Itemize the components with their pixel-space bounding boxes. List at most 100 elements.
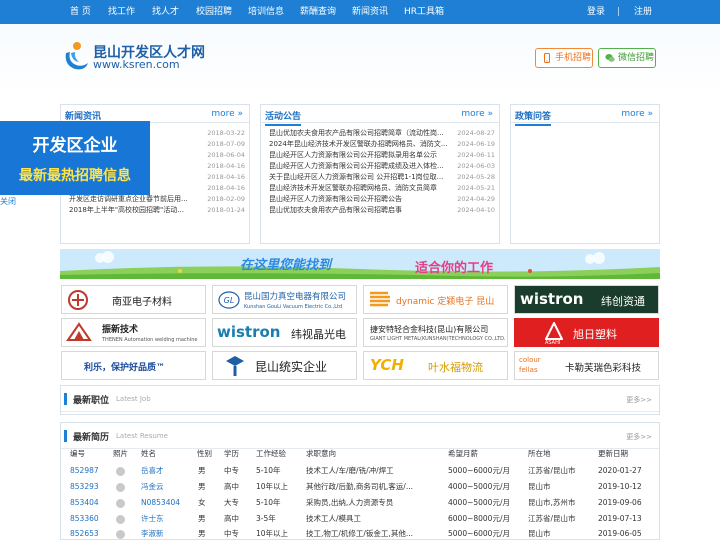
latest-jobs-subtitle: Latest Job [116, 395, 151, 403]
avatar [116, 530, 125, 539]
nav-news[interactable]: 新闻资讯 [352, 0, 388, 24]
company-logo-dynamic[interactable]: dynamic 定颖电子 昆山 [363, 285, 508, 314]
latest-resumes-more-link[interactable]: 更多>> [626, 432, 652, 442]
policy-more-link[interactable]: more » [621, 109, 653, 119]
resume-name[interactable]: 冯金云 [141, 481, 164, 493]
company-logo-colourfellas[interactable]: colour fellas 卡勒芙瑞色彩科技 [514, 351, 659, 380]
list-item[interactable]: 昆山优加农夫食用农产品有限公司招聘简章（流动性岗... 2024-08-27 [269, 128, 495, 139]
company-name: 叶水福物流 [428, 361, 483, 374]
avatar [116, 499, 125, 508]
company-logo-nanya[interactable]: 南亚电子材料 [61, 285, 206, 314]
wechat-recruit-button[interactable]: 微信招聘 [598, 48, 656, 68]
resume-experience: 10年以上 [256, 529, 289, 538]
policy-title[interactable]: 政策问答 [515, 109, 552, 126]
resume-updated: 2020-01-27 [598, 466, 642, 475]
policy-panel: 政策问答 more » [510, 104, 660, 244]
company-logo-tetra[interactable]: 利乐，保护好品质™ [61, 351, 206, 380]
nav-find-job[interactable]: 找工作 [108, 0, 135, 24]
resume-name[interactable]: 岳喜才 [141, 465, 164, 477]
mobile-recruit-button[interactable]: 手机招聘 [535, 48, 593, 68]
company-logo-ych[interactable]: YCH 叶水福物流 [363, 351, 508, 380]
company-logo-wistron[interactable]: wistron 纬创资通 [514, 285, 659, 314]
resume-id[interactable]: 853404 [70, 497, 99, 509]
nav-campus[interactable]: 校园招聘 [196, 0, 232, 24]
latest-resumes-header: 最新简历 Latest Resume 更多>> [61, 423, 659, 449]
list-item[interactable]: 昆山经开区人力资源有限公司公开招聘拟录用名单公示 2024-06-11 [269, 150, 495, 161]
company-name: 捷安特轻合金科技(昆山)有限公司 [370, 325, 489, 334]
resume-gender: 男 [198, 514, 206, 523]
wechat-icon [605, 54, 615, 62]
list-item[interactable]: 关于昆山经开区人力资源有限公司 公开招聘1-1岗位取... 2024-05-28 [269, 172, 495, 183]
nav-separator: | [617, 7, 621, 17]
nav-salary[interactable]: 薪酬查询 [300, 0, 336, 24]
resume-name[interactable]: 许士东 [141, 513, 164, 525]
register-link[interactable]: 注册 [634, 0, 652, 24]
nanya-logo-icon [68, 290, 88, 310]
company-name: 旭日塑料 [573, 328, 617, 341]
resume-education: 中专 [224, 529, 239, 538]
resume-intent: 采购员,出纳,人力资源专员 [306, 498, 394, 507]
svg-text:GL: GL [224, 296, 235, 305]
activity-list: 昆山优加农夫食用农产品有限公司招聘简章（流动性岗... 2024-08-27 20… [261, 123, 499, 216]
resume-name[interactable]: 李淑新 [141, 528, 164, 540]
thenen-logo-icon [66, 322, 92, 341]
resume-id[interactable]: 853360 [70, 513, 99, 525]
activity-item-title: 2024年昆山经济技术开发区警联办招聘网格员、消防文... [269, 140, 448, 148]
list-item[interactable]: 昆山优加农夫食用农产品有限公司招聘启事 2024-04-10 [269, 205, 495, 216]
list-item[interactable]: 昆山经开区人力资源有限公司公开招聘成绩及进入体检... 2024-06-03 [269, 161, 495, 172]
resume-id[interactable]: 852653 [70, 528, 99, 540]
resume-id[interactable]: 852987 [70, 465, 99, 477]
company-name: 昆山统实企业 [255, 360, 328, 374]
close-ad-link[interactable]: 关闭 [0, 196, 16, 207]
resume-updated: 2019-09-06 [598, 498, 642, 507]
resume-salary: 4000~5000元/月 [448, 498, 510, 507]
resume-intent: 技工,物工/机修工/钣金工,其他... [306, 529, 413, 538]
col-header-location: 所在地 [528, 449, 551, 458]
nav-training[interactable]: 培训信息 [248, 0, 284, 24]
site-logo-icon[interactable] [63, 41, 89, 71]
company-logo-text: colour fellas [519, 356, 541, 374]
nav-find-talent[interactable]: 找人才 [152, 0, 179, 24]
company-logo-asahi[interactable]: ASAHI 旭日塑料 [514, 318, 659, 347]
company-name-en: ASAHI [545, 340, 561, 346]
col-header-experience: 工作经验 [256, 449, 286, 458]
resume-education: 高中 [224, 514, 239, 523]
company-logo-tongshi[interactable]: 昆山统实企业 [212, 351, 357, 380]
phone-icon [544, 53, 550, 63]
col-header-photo: 照片 [113, 449, 128, 458]
list-item[interactable]: 开发区走访调研重点企业春节前后用... 2018-02-09 [69, 194, 245, 205]
activity-item-title: 昆山优加农夫食用农产品有限公司招聘启事 [269, 206, 402, 214]
list-item[interactable]: 昆山经开区人力资源有限公司公开招聘公告 2024-04-29 [269, 194, 495, 205]
col-header-salary: 希望月薪 [448, 449, 478, 458]
section-accent [64, 393, 67, 405]
list-item[interactable]: 2024年昆山经济技术开发区警联办招聘网格员、消防文... 2024-06-19 [269, 139, 495, 150]
news-item-date: 2018-02-09 [207, 195, 245, 203]
company-logo-text: wistron [217, 323, 281, 341]
floating-ad[interactable]: 开发区企业 最新最热招聘信息 [0, 121, 150, 195]
company-name: 卡勒芙瑞色彩科技 [565, 363, 642, 374]
news-more-link[interactable]: more » [211, 109, 243, 119]
latest-jobs-more-link[interactable]: 更多>> [626, 395, 652, 405]
company-logo-thenen[interactable]: 振新技术 THENEN Automation welding machine [61, 318, 206, 347]
resume-name[interactable]: N0853404 [141, 497, 180, 509]
login-link[interactable]: 登录 [587, 0, 605, 24]
col-header-updated: 更新日期 [598, 449, 628, 458]
company-logo-giant[interactable]: 捷安特轻合金科技(昆山)有限公司 GIANT LIGHT METAL(KUNSH… [363, 318, 508, 347]
resume-updated: 2019-06-05 [598, 529, 642, 538]
activity-item-title: 关于昆山经开区人力资源有限公司 公开招聘1-1岗位取... [269, 173, 444, 181]
nav-hr-tools[interactable]: HR工具箱 [404, 0, 444, 24]
company-logo-guoli[interactable]: GL 昆山国力真空电器有限公司 Kunshan GouLi Vacuum Ele… [212, 285, 357, 314]
nav-home[interactable]: 首 页 [70, 0, 91, 24]
resume-location: 昆山市 [528, 482, 551, 491]
list-item[interactable]: 2018年上半年"高校校园招聘"活动... 2018-01-24 [69, 205, 245, 216]
resume-experience: 3-5年 [256, 514, 276, 523]
resume-id[interactable]: 853293 [70, 481, 99, 493]
resume-intent: 技术工人/车/磨/铣/冲/焊工 [306, 466, 394, 475]
top-nav: 首 页 找工作 找人才 校园招聘 培训信息 薪酬查询 新闻资讯 HR工具箱 登录… [0, 0, 720, 24]
activity-more-link[interactable]: more » [461, 109, 493, 119]
activity-title[interactable]: 活动公告 [265, 109, 302, 126]
avatar [116, 515, 125, 524]
list-item[interactable]: 昆山经济技术开发区警联办招聘网格员、消防文员简章 2024-05-21 [269, 183, 495, 194]
promo-banner[interactable]: 在这里您能找到 适合你的工作 [60, 249, 660, 279]
company-logo-wistron-optronics[interactable]: wistron 纬视晶光电 [212, 318, 357, 347]
